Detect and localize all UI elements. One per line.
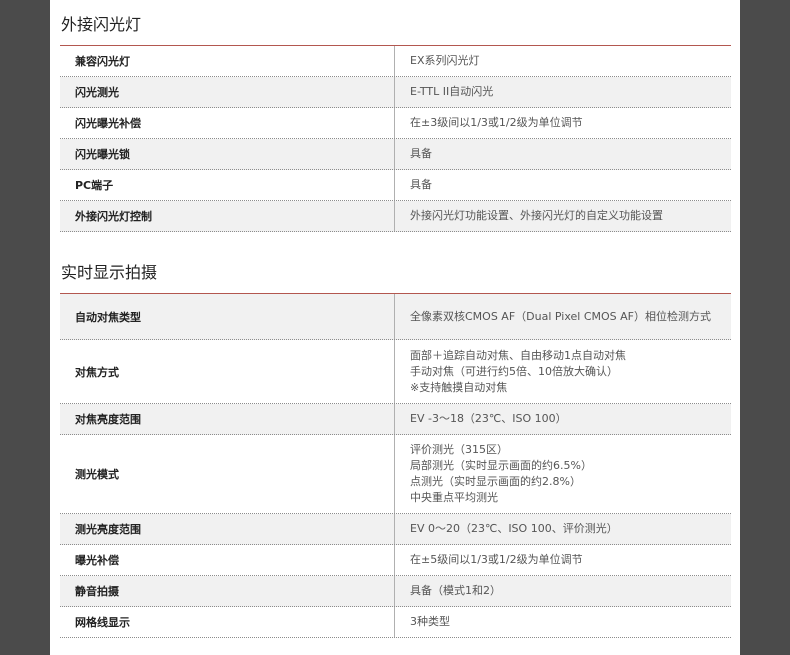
spec-label: 对焦亮度范围 (75, 413, 141, 426)
spec-value: E-TTL II自动闪光 (394, 77, 731, 107)
spec-row-focus-brightness-range: 对焦亮度范围 EV -3～18（23℃、ISO 100） (60, 404, 731, 435)
spec-value-line: 具备（模式1和2） (410, 584, 501, 597)
spec-value-line: 手动对焦（可进行约5倍、10倍放大确认） (410, 364, 618, 378)
spec-row-grid-display: 网格线显示 3种类型 (60, 607, 731, 638)
spec-row-flash-exposure-comp: 闪光曝光补偿 在±3级间以1/3或1/2级为单位调节 (60, 108, 731, 139)
spec-value-line: 在±5级间以1/3或1/2级为单位调节 (410, 553, 583, 566)
spec-label: 曝光补偿 (75, 554, 119, 567)
spec-value-line: 全像素双核CMOS AF（Dual Pixel CMOS AF）相位检测方式 (410, 309, 711, 323)
spec-value-line: 点测光（实时显示画面的约2.8%） (410, 475, 581, 488)
spec-row-focus-method: 对焦方式 面部＋追踪自动对焦、自由移动1点自动对焦 手动对焦（可进行约5倍、10… (60, 340, 731, 404)
spec-value-line: ※支持触摸自动对焦 (410, 380, 508, 394)
section-title: 外接闪光灯 (61, 15, 142, 34)
spec-value: 在±3级间以1/3或1/2级为单位调节 (394, 108, 731, 138)
spec-value: EV -3～18（23℃、ISO 100） (394, 404, 731, 434)
spec-row-compatible-flash: 兼容闪光灯 EX系列闪光灯 (60, 46, 731, 77)
spec-row-metering-brightness-range: 测光亮度范围 EV 0～20（23℃、ISO 100、评价测光） (60, 514, 731, 545)
spec-value-line: 外接闪光灯功能设置、外接闪光灯的自定义功能设置 (410, 209, 663, 222)
spec-label: 测光模式 (75, 468, 119, 481)
spec-value-line: EV -3～18（23℃、ISO 100） (410, 412, 567, 425)
spec-row-silent-shooting: 静音拍摄 具备（模式1和2） (60, 576, 731, 607)
spec-value-line: 局部测光（实时显示画面的约6.5%） (410, 459, 592, 472)
spec-value: 在±5级间以1/3或1/2级为单位调节 (394, 545, 731, 575)
section-live-view: 实时显示拍摄 自动对焦类型 全像素双核CMOS AF（Dual Pixel CM… (60, 263, 731, 638)
spec-value: 面部＋追踪自动对焦、自由移动1点自动对焦 手动对焦（可进行约5倍、10倍放大确认… (394, 340, 731, 403)
spec-value: 3种类型 (394, 607, 731, 637)
spec-row-pc-terminal: PC端子 具备 (60, 170, 731, 201)
spec-value-line: 具备 (410, 147, 432, 160)
spec-value: 具备 (394, 139, 731, 169)
spec-value-line: 面部＋追踪自动对焦、自由移动1点自动对焦 (410, 348, 626, 362)
spec-value-line: EX系列闪光灯 (410, 54, 480, 67)
spec-label: 网格线显示 (75, 616, 130, 629)
spec-value: 具备 (394, 170, 731, 200)
spec-value-line: 具备 (410, 178, 432, 191)
spec-value: EX系列闪光灯 (394, 46, 731, 76)
spec-label: 测光亮度范围 (75, 523, 141, 536)
spec-table: 自动对焦类型 全像素双核CMOS AF（Dual Pixel CMOS AF）相… (60, 294, 731, 638)
spec-value: 具备（模式1和2） (394, 576, 731, 606)
spec-value-line: 在±3级间以1/3或1/2级为单位调节 (410, 116, 583, 129)
spec-page: 外接闪光灯 兼容闪光灯 EX系列闪光灯 闪光测光 E-TTL II自动闪光 闪光… (50, 0, 740, 655)
spec-row-af-type: 自动对焦类型 全像素双核CMOS AF（Dual Pixel CMOS AF）相… (60, 294, 731, 340)
spec-label: 闪光曝光锁 (75, 148, 130, 161)
section-title: 实时显示拍摄 (61, 263, 158, 282)
spec-label: 自动对焦类型 (75, 310, 141, 324)
spec-value-line: 评价测光（315区） (410, 443, 508, 456)
spec-value-line: 3种类型 (410, 615, 450, 628)
spec-label: 对焦方式 (75, 365, 119, 379)
spec-label: 外接闪光灯控制 (75, 210, 152, 223)
spec-row-flash-exposure-lock: 闪光曝光锁 具备 (60, 139, 731, 170)
spec-row-exposure-comp: 曝光补偿 在±5级间以1/3或1/2级为单位调节 (60, 545, 731, 576)
spec-value-line: 中央重点平均测光 (410, 491, 498, 504)
spec-value-line: EV 0～20（23℃、ISO 100、评价测光） (410, 522, 618, 535)
spec-label: PC端子 (75, 179, 114, 192)
spec-label: 闪光曝光补偿 (75, 117, 141, 130)
spec-value: 全像素双核CMOS AF（Dual Pixel CMOS AF）相位检测方式 (394, 294, 731, 339)
section-external-flash: 外接闪光灯 兼容闪光灯 EX系列闪光灯 闪光测光 E-TTL II自动闪光 闪光… (60, 15, 731, 232)
spec-label: 静音拍摄 (75, 585, 119, 598)
spec-row-external-flash-control: 外接闪光灯控制 外接闪光灯功能设置、外接闪光灯的自定义功能设置 (60, 201, 731, 232)
spec-value-line: E-TTL II自动闪光 (410, 85, 494, 98)
spec-value: EV 0～20（23℃、ISO 100、评价测光） (394, 514, 731, 544)
spec-value: 外接闪光灯功能设置、外接闪光灯的自定义功能设置 (394, 201, 731, 231)
spec-label: 兼容闪光灯 (75, 55, 130, 68)
spec-value: 评价测光（315区） 局部测光（实时显示画面的约6.5%） 点测光（实时显示画面… (394, 435, 731, 513)
spec-row-metering-mode: 测光模式 评价测光（315区） 局部测光（实时显示画面的约6.5%） 点测光（实… (60, 435, 731, 514)
spec-label: 闪光测光 (75, 86, 119, 99)
spec-table: 兼容闪光灯 EX系列闪光灯 闪光测光 E-TTL II自动闪光 闪光曝光补偿 在… (60, 46, 731, 232)
spec-row-flash-metering: 闪光测光 E-TTL II自动闪光 (60, 77, 731, 108)
